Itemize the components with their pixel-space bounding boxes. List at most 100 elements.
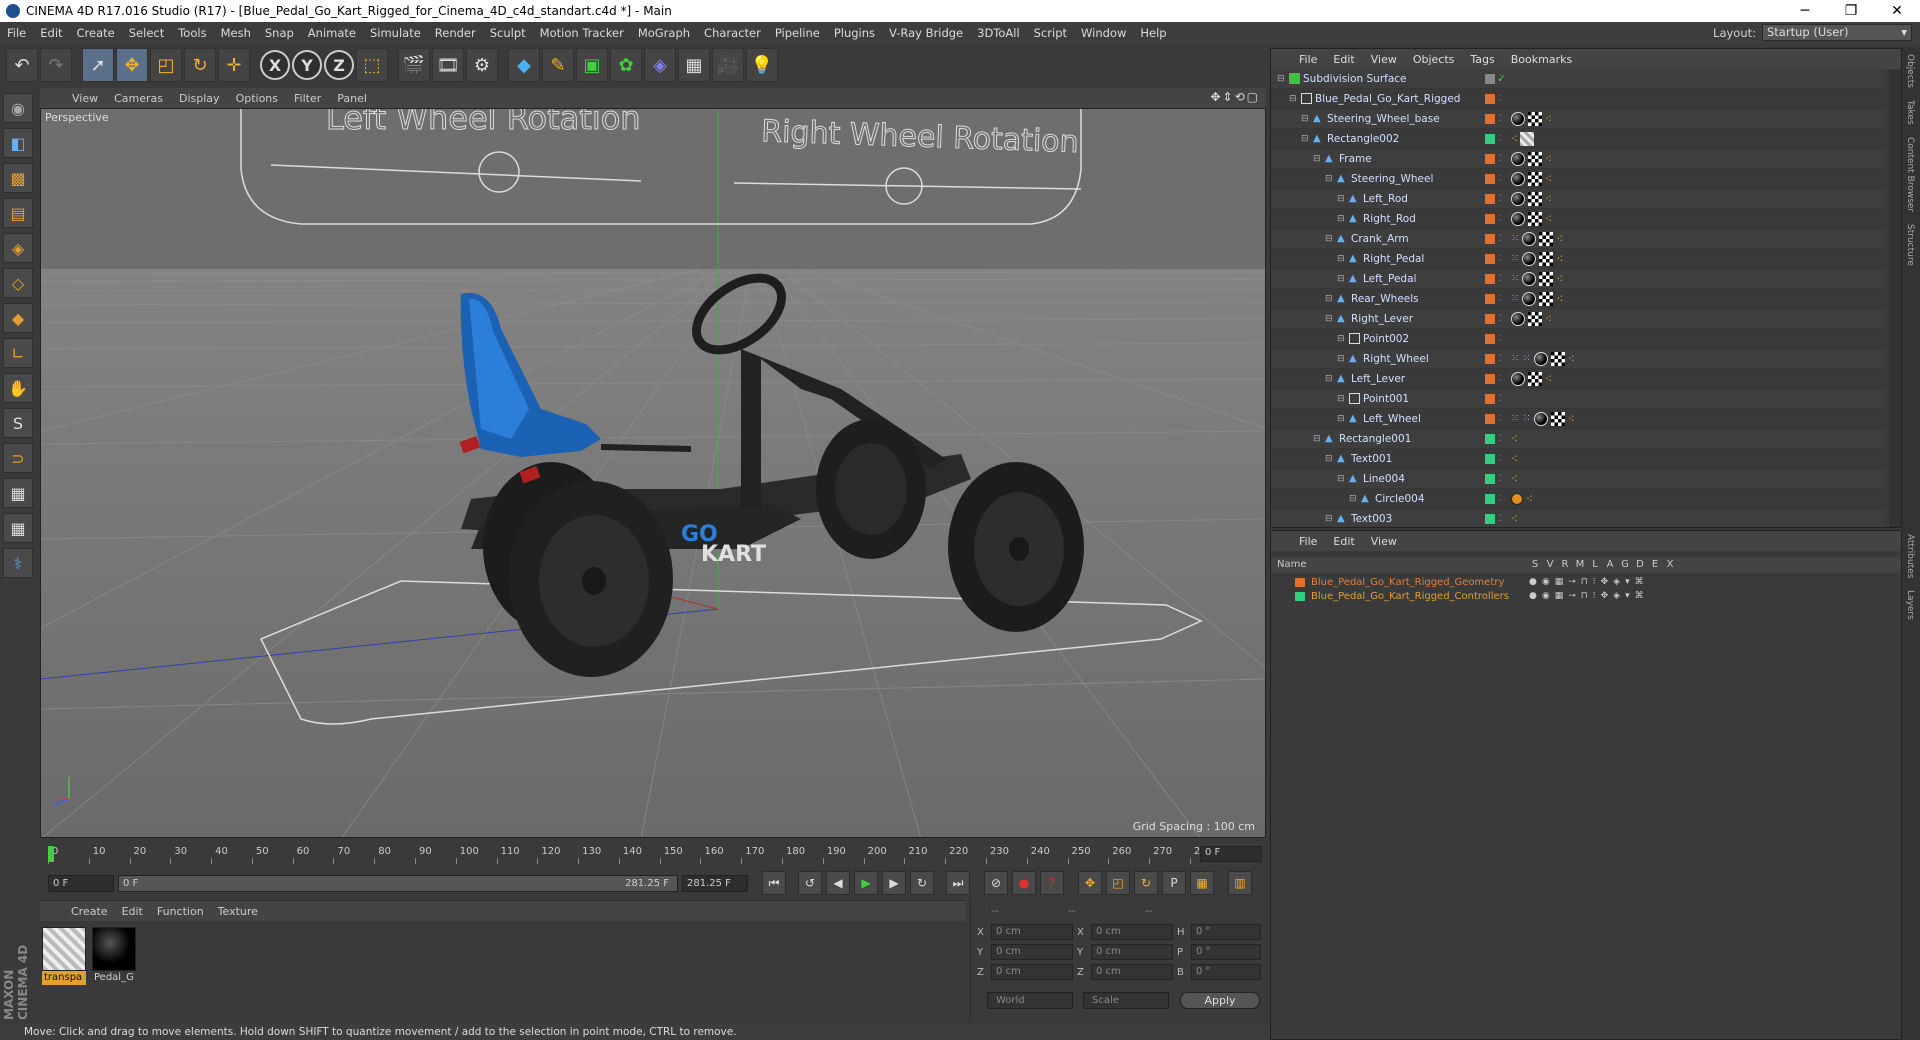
xpresso-tag-icon[interactable]: ⁖ [1545,212,1552,226]
viewport-menu-view[interactable]: View [64,92,106,105]
object-row[interactable]: ⊟ ▲ Rear_Wheels ⁚ ⁙ ⁖ [1271,289,1885,309]
expand-icon[interactable]: ⊟ [1313,434,1321,444]
object-menu-file[interactable]: File [1291,53,1325,66]
light-icon[interactable]: 💡 [746,48,778,82]
xpresso-tag-icon[interactable]: ⁖ [1545,372,1552,386]
material-tag-icon[interactable] [1522,271,1537,286]
material-menu-create[interactable]: Create [64,905,115,918]
layer-color-swatch[interactable] [1485,333,1495,344]
render-settings-icon[interactable]: ⚙ [466,48,498,82]
tweak-icon[interactable]: ✋ [3,373,33,403]
xpresso-tag-icon[interactable]: ⁖ [1511,452,1518,466]
layer-color-swatch[interactable] [1485,273,1495,284]
side-tab-structure[interactable]: Structure [1905,218,1915,272]
xpresso-tag-icon[interactable]: ⁖ [1556,292,1563,306]
texture-tag-icon[interactable] [1528,151,1542,166]
record-icon[interactable]: ● [1012,871,1036,895]
viewport-menu-cameras[interactable]: Cameras [106,92,171,105]
menu-item-character[interactable]: Character [697,26,768,40]
cube-icon[interactable]: ◆ [508,48,540,82]
visibility-dots[interactable]: ⁚ [1499,354,1502,364]
object-row[interactable]: ⊟ ▲ Rectangle001 ⁚ ⁖ [1271,429,1885,449]
points-mode-icon[interactable]: ◈ [3,233,33,263]
next-key-icon[interactable]: ↻ [910,871,934,895]
visibility-dots[interactable]: ⁚ [1499,374,1502,384]
visibility-dots[interactable]: ⁚ [1499,114,1502,124]
layer-color-swatch[interactable] [1485,413,1495,424]
camera-icon[interactable]: 🎥 [712,48,744,82]
menu-item-render[interactable]: Render [428,26,483,40]
object-row[interactable]: ⊟ Subdivision Surface ⁚ ✓ [1271,69,1885,89]
apply-button[interactable]: Apply [1180,992,1260,1009]
visibility-dots[interactable]: ⁚ [1499,154,1502,164]
texture-tag-icon[interactable] [1539,291,1554,306]
menu-item-select[interactable]: Select [122,26,171,40]
layer-row[interactable]: Blue_Pedal_Go_Kart_Rigged_Controllers ●◉▦… [1271,589,1901,603]
layer-menu-edit[interactable]: Edit [1325,535,1362,548]
side-tab-attributes[interactable]: Attributes [1905,528,1915,584]
layer-color-swatch[interactable] [1485,433,1495,444]
object-row[interactable]: ⊟ ▲ Right_Lever ⁚ ⁖ [1271,309,1885,329]
object-row[interactable]: ⊟ ▲ Left_Lever ⁚ ⁖ [1271,369,1885,389]
play-icon[interactable]: ▶ [854,871,878,895]
visibility-dots[interactable]: ⁚ [1499,434,1502,444]
side-tab-content-browser[interactable]: Content Browser [1905,131,1915,218]
object-row[interactable]: ⊟ Blue_Pedal_Go_Kart_Rigged ⁚ [1271,89,1885,109]
expand-icon[interactable]: ⊟ [1325,314,1333,324]
visibility-dots[interactable]: ⁚ [1499,294,1502,304]
xpresso-tag-icon[interactable]: ⁖ [1556,252,1563,266]
expand-icon[interactable]: ⊟ [1301,114,1309,124]
render-pv-icon[interactable]: 🎞 [432,48,464,82]
layer-color-swatch[interactable] [1295,577,1305,587]
layer-color-swatch[interactable] [1485,493,1495,504]
key-scale-icon[interactable]: ◰ [1106,871,1130,895]
material-tag-icon[interactable] [1533,351,1548,366]
visibility-dots[interactable]: ⁚ [1499,254,1502,264]
object-row[interactable]: ⊟ ▲ Text001 ⁚ ⁖ [1271,449,1885,469]
layer-row[interactable]: Blue_Pedal_Go_Kart_Rigged_Geometry ●◉▦⊸⊓⁝… [1271,575,1901,589]
layer-color-swatch[interactable] [1295,591,1305,601]
end-frame-field[interactable]: 281.25 F [682,874,748,892]
menu-item-window[interactable]: Window [1074,26,1133,40]
move-icon[interactable]: ✥ [116,48,148,82]
pen-icon[interactable]: ✎ [542,48,574,82]
layer-color-swatch[interactable] [1485,253,1495,264]
key-pla-icon[interactable]: ▦ [1190,871,1214,895]
visibility-dots[interactable]: ⁚ [1499,194,1502,204]
xpresso-tag-icon[interactable]: ⁖ [1568,412,1575,426]
menu-item-mesh[interactable]: Mesh [214,26,258,40]
texture-tag-icon[interactable] [1528,191,1542,206]
xpresso-tag-icon[interactable]: ⁖ [1545,172,1552,186]
rot-b-field[interactable]: 0 ° [1191,964,1261,980]
expand-icon[interactable]: ⊟ [1349,494,1357,504]
material-tag-icon[interactable] [1511,211,1525,226]
layer-color-swatch[interactable] [1485,113,1495,124]
viewport-menu-panel[interactable]: Panel [329,92,375,105]
constraint-tag-icon[interactable]: ⁙ [1511,353,1519,364]
layer-color-swatch[interactable] [1485,233,1495,244]
texture-tag-icon[interactable] [1528,211,1542,226]
viewport-nav-icons[interactable]: ✥⇕⟲▢ [1210,90,1260,104]
viewport[interactable]: Left Wheel Rotation Right Wheel Rotation… [40,108,1266,838]
texture-tag-icon[interactable] [1528,171,1542,186]
expand-icon[interactable]: ⊟ [1301,134,1309,144]
visibility-dots[interactable]: ⁚ [1499,274,1502,284]
object-row[interactable]: ⊟ Point002 ⁚ [1271,329,1885,349]
menu-item-simulate[interactable]: Simulate [363,26,428,40]
expand-icon[interactable]: ⊟ [1337,274,1345,284]
key-rotation-icon[interactable]: ↻ [1134,871,1158,895]
texture-tag-icon[interactable] [1528,371,1542,386]
edges-mode-icon[interactable]: ◇ [3,268,33,298]
material-tag-icon[interactable] [1511,191,1525,206]
expand-icon[interactable]: ⊟ [1337,354,1345,364]
constraint-tag-icon[interactable]: ⁙ [1511,253,1519,264]
cloner-icon[interactable]: ✿ [610,48,642,82]
magnet-icon[interactable]: ⊃ [3,443,33,473]
texture-tag-icon[interactable] [1550,351,1565,366]
layer-menu-view[interactable]: View [1363,535,1405,548]
expand-icon[interactable]: ⊟ [1325,454,1333,464]
pos-y-field[interactable]: 0 cm [991,944,1073,960]
object-row[interactable]: ⊟ ▲ Crank_Arm ⁚ ⁙ ⁖ [1271,229,1885,249]
object-menu-edit[interactable]: Edit [1325,53,1362,66]
object-row[interactable]: ⊟ ▲ Rectangle002 ⁚ ⁖ [1271,129,1885,149]
